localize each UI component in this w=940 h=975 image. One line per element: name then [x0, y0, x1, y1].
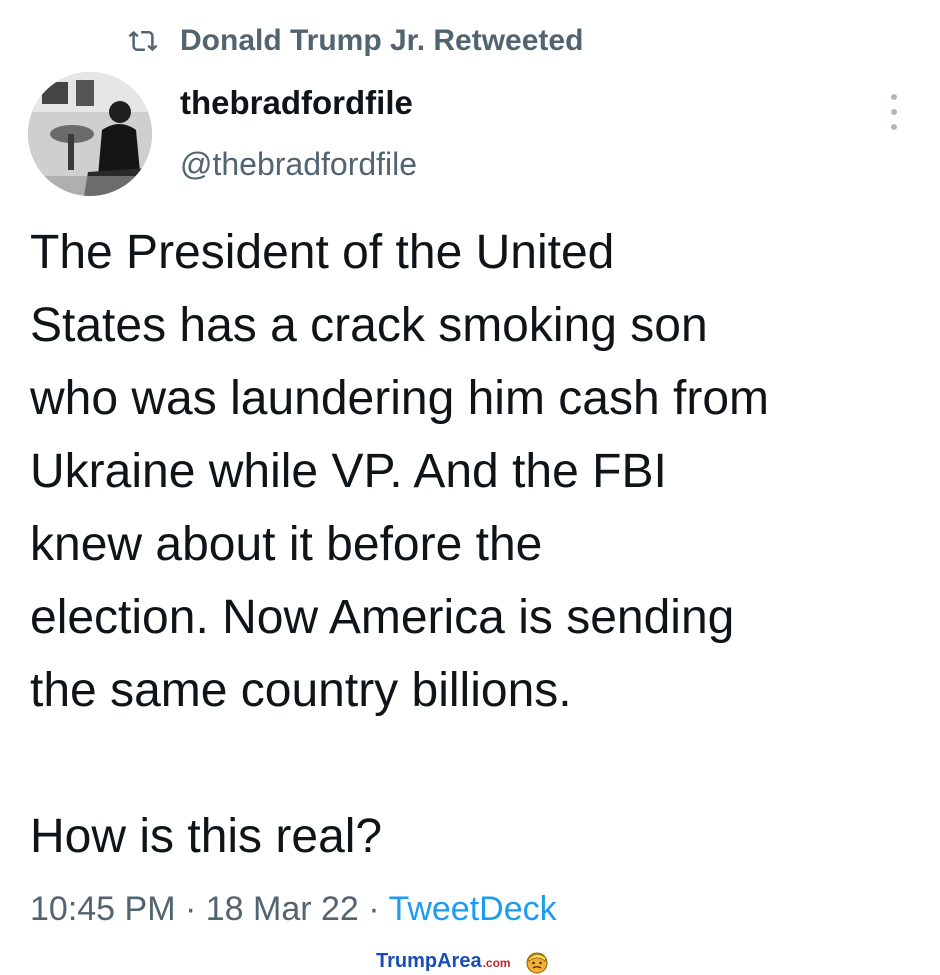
watermark-brand: TrumpArea [376, 950, 482, 972]
avatar[interactable] [28, 72, 152, 196]
tweet-date[interactable]: 18 Mar 22 [206, 890, 359, 928]
tweet-metadata: 10:45 PM · 18 Mar 22 · TweetDeck [30, 890, 557, 929]
meta-separator: · [175, 890, 206, 928]
more-dot [891, 124, 897, 130]
watermark-tld: .com [482, 956, 511, 970]
tweet-source-link[interactable]: TweetDeck [388, 890, 556, 928]
author-display-name[interactable]: thebradfordfile [180, 84, 413, 122]
retweet-indicator[interactable]: Donald Trump Jr. Retweeted [128, 24, 583, 58]
retweet-icon [128, 30, 158, 52]
meta-separator: · [358, 890, 389, 928]
more-dot [891, 109, 897, 115]
retweet-label: Donald Trump Jr. Retweeted [180, 24, 584, 57]
tweet-text: The President of the United States has a… [30, 216, 920, 873]
trump-face-icon [526, 952, 548, 974]
tweet-time[interactable]: 10:45 PM [30, 890, 176, 928]
avatar-photo [28, 72, 152, 196]
author-handle[interactable]: @thebradfordfile [180, 146, 417, 183]
more-dot [891, 94, 897, 100]
tweet-paragraph: The President of the United States has a… [30, 226, 770, 717]
tweet-paragraph: How is this real? [30, 810, 383, 863]
site-watermark: TrumpArea .com [376, 950, 549, 974]
more-options-icon[interactable] [884, 94, 904, 130]
